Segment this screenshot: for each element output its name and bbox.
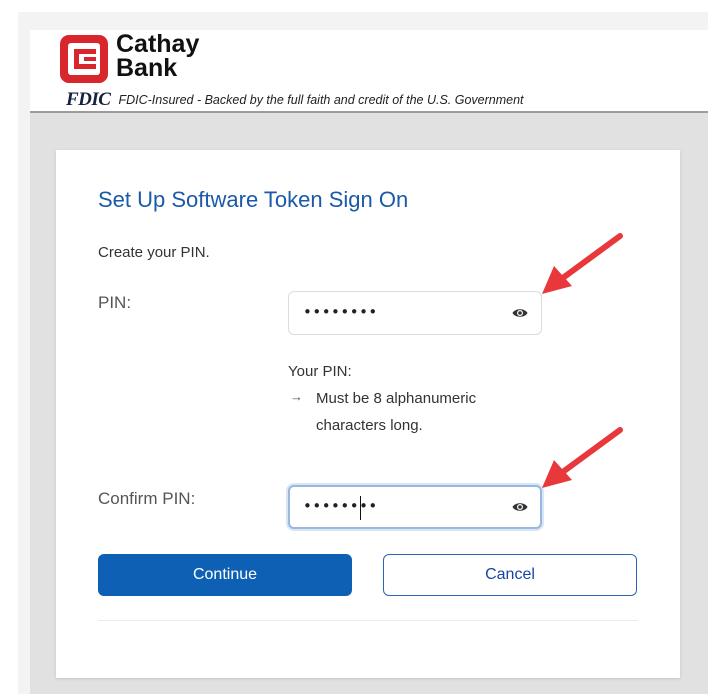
confirm-pin-input[interactable]: •••••••• bbox=[288, 485, 542, 529]
eye-icon[interactable] bbox=[512, 307, 528, 319]
red-pointer-arrow-icon bbox=[542, 427, 623, 488]
pin-label: PIN: bbox=[98, 293, 132, 312]
confirm-pin-masked-value: •••••••• bbox=[303, 497, 378, 515]
confirm-pin-label: Confirm PIN: bbox=[98, 489, 196, 508]
red-pointer-arrow-icon bbox=[542, 233, 623, 294]
eye-icon[interactable] bbox=[512, 501, 528, 513]
intro-text: Create your PIN. bbox=[98, 244, 210, 261]
pin-rule-item: Must be 8 alphanumeric characters long. bbox=[316, 390, 477, 434]
pin-input[interactable]: •••••••• bbox=[288, 291, 542, 335]
bank-header: Cathay Bank FDIC FDIC-Insured - Backed b… bbox=[30, 30, 708, 112]
bank-name-line2: Bank bbox=[116, 54, 178, 82]
cathay-bank-logo-icon bbox=[60, 35, 108, 83]
fdic-text: FDIC-Insured - Backed by the full faith … bbox=[118, 93, 524, 107]
page-title: Set Up Software Token Sign On bbox=[98, 187, 409, 212]
cancel-button[interactable]: Cancel bbox=[383, 554, 637, 596]
bank-name: Cathay Bank bbox=[116, 30, 200, 82]
continue-button[interactable]: Continue bbox=[98, 554, 352, 596]
pin-masked-value: •••••••• bbox=[303, 303, 378, 321]
pin-rules-heading: Your PIN: bbox=[288, 363, 352, 380]
rule-arrow-icon: → bbox=[290, 389, 303, 404]
fdic-logo: FDIC bbox=[66, 89, 111, 110]
text-caret bbox=[360, 496, 361, 520]
fdic-notice: FDIC FDIC-Insured - Backed by the full f… bbox=[66, 89, 524, 110]
bank-name-line1: Cathay bbox=[116, 30, 200, 58]
card-divider bbox=[98, 620, 638, 621]
